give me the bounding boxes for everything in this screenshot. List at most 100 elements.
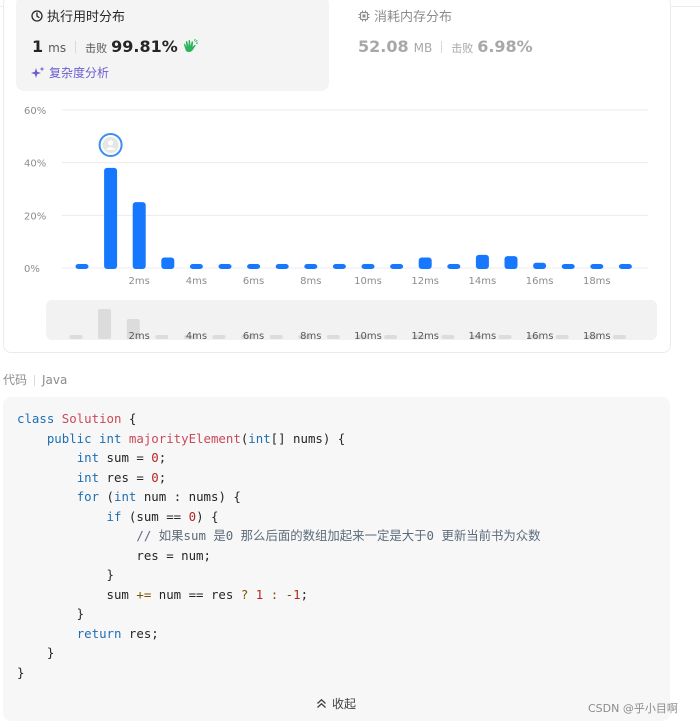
x-tick-label: 12ms bbox=[411, 276, 439, 287]
overview-bar bbox=[326, 335, 340, 339]
overview-bar bbox=[155, 335, 169, 339]
chart-bar[interactable] bbox=[104, 167, 118, 269]
code-token: // 如果sum 是0 那么后面的数组加起来一定是大于0 更新当前书为众数 bbox=[136, 528, 541, 543]
overview-bar bbox=[384, 335, 398, 339]
code-token: public int bbox=[46, 430, 129, 446]
overview-tick-label: 16ms bbox=[526, 331, 554, 342]
chart-bar[interactable] bbox=[447, 264, 461, 269]
collapse-button[interactable]: 收起 bbox=[316, 695, 356, 712]
chart-bar[interactable] bbox=[618, 264, 632, 269]
chart-bar[interactable] bbox=[247, 264, 261, 269]
chart-bar[interactable] bbox=[504, 256, 518, 269]
divider bbox=[34, 375, 36, 386]
overview-bar bbox=[212, 335, 226, 339]
overview-tick-label: 18ms bbox=[583, 331, 611, 342]
code-token: int bbox=[114, 489, 137, 504]
code-token: for bbox=[76, 489, 100, 504]
x-tick-label: 2ms bbox=[129, 276, 150, 287]
x-tick-label: 4ms bbox=[186, 276, 207, 287]
code-token: += bbox=[136, 586, 152, 602]
code-token: { bbox=[121, 411, 137, 426]
chart-bar[interactable] bbox=[418, 257, 432, 269]
code-token: num == res bbox=[151, 586, 241, 602]
chart-bar[interactable] bbox=[161, 257, 175, 269]
overview-bar bbox=[555, 335, 569, 339]
code-token: sum bbox=[17, 586, 137, 602]
y-tick-label: 0% bbox=[24, 264, 40, 275]
code-token: ( bbox=[99, 489, 114, 504]
chart-bar[interactable] bbox=[475, 254, 489, 269]
chart-bar[interactable] bbox=[332, 264, 346, 269]
code-line: return res; bbox=[17, 626, 159, 641]
code-content: class Solution { public int majorityElem… bbox=[17, 409, 541, 682]
code-token: ; bbox=[158, 469, 167, 485]
code-token: sum = bbox=[99, 450, 152, 465]
chart-bar[interactable] bbox=[75, 264, 89, 269]
x-tick-label: 6ms bbox=[243, 276, 264, 287]
y-tick-label: 20% bbox=[24, 211, 46, 222]
code-tab-label: 代码 bbox=[3, 373, 28, 387]
code-line: sum += num == res ? 1 : -1; bbox=[17, 586, 309, 602]
x-tick-label: 14ms bbox=[469, 276, 497, 287]
code-token: majorityElement bbox=[128, 430, 241, 446]
code-token: int bbox=[76, 469, 100, 485]
y-tick-label: 60% bbox=[24, 106, 46, 117]
x-tick-label: 10ms bbox=[354, 276, 382, 287]
x-tick-label: 16ms bbox=[526, 276, 554, 287]
x-tick-label: 18ms bbox=[583, 276, 611, 287]
y-tick-label: 40% bbox=[24, 159, 46, 170]
overview-tick-label: 4ms bbox=[186, 331, 207, 342]
code-token: } bbox=[17, 664, 25, 680]
chart-bar[interactable] bbox=[218, 264, 232, 269]
runtime-distribution-chart: 60% 40% 20% 0% 2ms 4ms 6ms 8ms 10ms 12ms 14ms 16ms… bbox=[24, 106, 657, 342]
code-token: if bbox=[106, 508, 122, 524]
code-token: } bbox=[17, 567, 114, 582]
chart-bar[interactable] bbox=[132, 202, 146, 269]
code-token: ; bbox=[158, 450, 167, 465]
code-token: - bbox=[285, 586, 294, 602]
chart-bar[interactable] bbox=[304, 264, 318, 269]
code-token: 0 bbox=[188, 508, 197, 524]
code-line: for (int num : nums) { bbox=[17, 489, 241, 504]
code-line: // 如果sum 是0 那么后面的数组加起来一定是大于0 更新当前书为众数 bbox=[17, 528, 541, 543]
code-token: 1 bbox=[293, 586, 301, 602]
code-token: } bbox=[17, 645, 55, 660]
overview-bar bbox=[69, 335, 83, 339]
code-token: int bbox=[76, 450, 100, 465]
code-line: int sum = 0; bbox=[17, 450, 167, 465]
chart-bar[interactable] bbox=[561, 264, 575, 269]
code-token: } bbox=[17, 606, 85, 621]
code-token: res; bbox=[121, 625, 159, 641]
overview-tick-label: 10ms bbox=[354, 331, 382, 342]
chart-bar[interactable] bbox=[533, 262, 547, 269]
code-line: } bbox=[17, 567, 114, 582]
code-token: Solution bbox=[61, 411, 122, 426]
code-line: public int majorityElement(int[] nums) { bbox=[17, 431, 345, 446]
code-token: return bbox=[76, 625, 122, 641]
code-token: 0 bbox=[151, 469, 159, 485]
avatar-head bbox=[108, 140, 114, 146]
overview-tick-label: 12ms bbox=[411, 331, 439, 342]
code-line: int res = 0; bbox=[17, 469, 167, 485]
chart-bar[interactable] bbox=[275, 264, 289, 269]
code-token: class bbox=[17, 411, 62, 426]
code-token: ; bbox=[300, 586, 309, 602]
chart-bar[interactable] bbox=[390, 264, 404, 269]
code-token: (sum == bbox=[121, 508, 189, 524]
chart-bar[interactable] bbox=[590, 264, 604, 269]
chart-bar[interactable] bbox=[189, 264, 203, 269]
overview-tick-label: 8ms bbox=[300, 331, 321, 342]
overview-tick-label: 14ms bbox=[469, 331, 497, 342]
code-line: res = num; bbox=[17, 548, 211, 563]
overview-tick-label: 6ms bbox=[243, 331, 264, 342]
chart-bar[interactable] bbox=[361, 264, 375, 269]
code-line: if (sum == 0) { bbox=[17, 508, 219, 524]
code-token: [] nums) { bbox=[270, 430, 346, 446]
